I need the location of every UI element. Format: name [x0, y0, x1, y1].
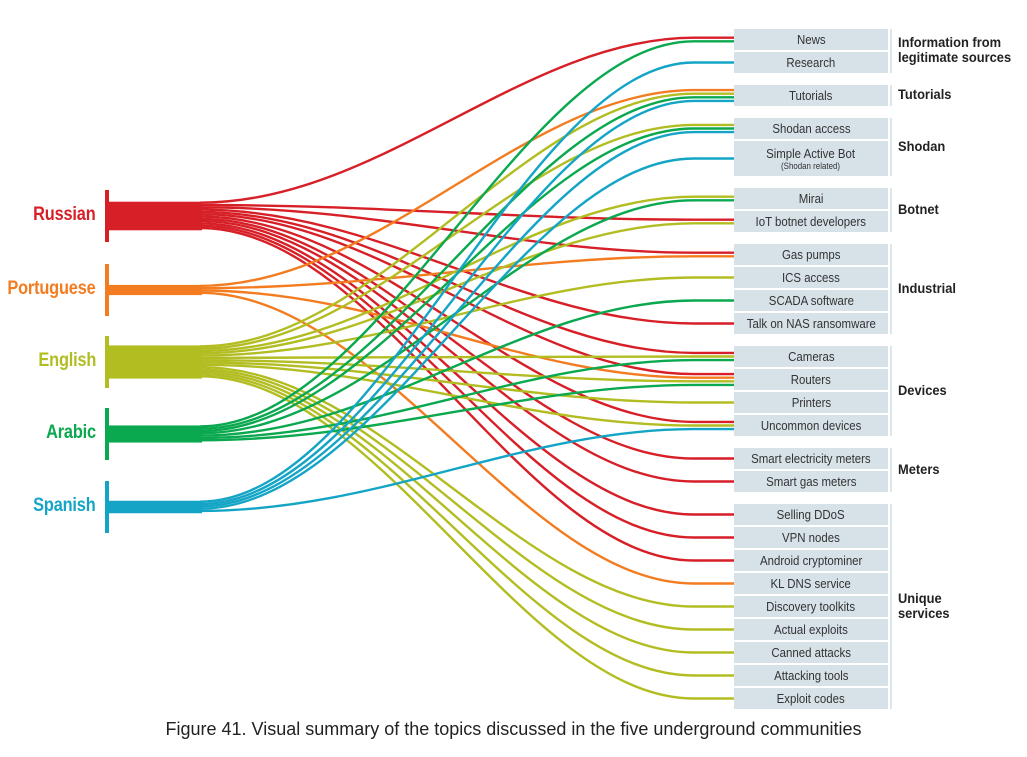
topic-android-cryptominer: Android cryptominer: [734, 550, 888, 571]
bundle-russian: [109, 201, 202, 231]
topic-label: Routers: [790, 371, 832, 387]
topic-label: Selling DDoS: [776, 506, 846, 522]
topic-routers: Routers: [734, 369, 888, 390]
group-bracket-information-from-legitimate-sources: [890, 29, 892, 73]
topic-gas-pumps: Gas pumps: [734, 244, 888, 265]
group-bracket-unique-services: [890, 504, 892, 709]
bundle-arabic: [109, 425, 202, 443]
link-english-cameras: [199, 355, 734, 360]
tick-portuguese: [105, 264, 109, 316]
topic-smart-electricity-meters: Smart electricity meters: [734, 448, 888, 469]
topic-cameras: Cameras: [734, 346, 888, 367]
language-label-russian: Russian: [33, 204, 97, 225]
topic-uncommon-devices: Uncommon devices: [734, 415, 888, 436]
topic-shodan-access: Shodan access: [734, 118, 888, 139]
topic-scada-software: SCADA software: [734, 290, 888, 311]
link-spanish-shodan-access: [199, 130, 734, 508]
group-bracket-meters: [890, 448, 892, 492]
topic-label: Discovery toolkits: [766, 598, 856, 614]
topic-talk-on-nas-ransomware: Talk on NAS ransomware: [734, 313, 888, 334]
topic-iot-botnet-developers: IoT botnet developers: [734, 211, 888, 232]
topic-canned-attacks: Canned attacks: [734, 642, 888, 663]
group-bracket-botnet: [890, 188, 892, 232]
group-bracket-shodan: [890, 118, 892, 176]
language-label-spanish: Spanish: [33, 495, 97, 516]
bundle-english: [109, 345, 202, 379]
language-label-english: English: [38, 350, 96, 371]
topic-label: Uncommon devices: [760, 417, 862, 433]
tick-english: [105, 336, 109, 388]
topic-label: News: [796, 31, 826, 47]
topic-selling-ddos: Selling DDoS: [734, 504, 888, 525]
tick-russian: [105, 190, 109, 242]
topic-label: Android cryptominer: [759, 552, 863, 568]
language-label-arabic: Arabic: [46, 422, 96, 443]
bundle-spanish: [109, 500, 202, 514]
group-label-botnet: Botnet: [898, 200, 939, 217]
topic-news: News: [734, 29, 888, 50]
group-label-information-from-legitimate-sources: Information from legitimate sources: [898, 34, 1012, 65]
group-bracket-industrial: [890, 244, 892, 334]
tick-arabic: [105, 408, 109, 460]
bundle-portuguese: [109, 284, 202, 296]
group-label-meters: Meters: [898, 460, 940, 477]
topic-label: Tutorials: [789, 87, 833, 103]
topic-vpn-nodes: VPN nodes: [734, 527, 888, 548]
topic-label: SCADA software: [768, 292, 854, 308]
topic-printers: Printers: [734, 392, 888, 413]
topic-label: VPN nodes: [782, 529, 840, 545]
topic-label: Simple Active Bot: [766, 145, 856, 161]
topic-label: Actual exploits: [774, 621, 848, 637]
topic-label: Cameras: [787, 348, 835, 364]
topic-tutorials: Tutorials: [734, 85, 888, 106]
topic-attacking-tools: Attacking tools: [734, 665, 888, 686]
group-label-devices: Devices: [898, 381, 947, 398]
topic-ics-access: ICS access: [734, 267, 888, 288]
group-label-tutorials: Tutorials: [898, 86, 952, 102]
topic-smart-gas-meters: Smart gas meters: [734, 471, 888, 492]
topic-label: KL DNS service: [770, 575, 852, 591]
topic-label: Mirai: [798, 190, 824, 206]
topic-label: Printers: [791, 394, 831, 410]
topic-exploit-codes: Exploit codes: [734, 688, 888, 709]
topic-label: Exploit codes: [776, 690, 846, 706]
group-label-industrial: Industrial: [898, 279, 956, 296]
topic-label: ICS access: [782, 269, 840, 285]
topic-kl-dns-service: KL DNS service: [734, 573, 888, 594]
topic-label: IoT botnet developers: [755, 213, 867, 229]
group-label-unique-services: Unique services: [898, 589, 950, 621]
group-bracket-tutorials: [890, 85, 892, 106]
flow-lines: [199, 36, 734, 700]
topic-mirai: Mirai: [734, 188, 888, 209]
topic-actual-exploits: Actual exploits: [734, 619, 888, 640]
group-bracket-devices: [890, 346, 892, 436]
figure-caption: Figure 41. Visual summary of the topics …: [165, 719, 862, 739]
topic-label: Canned attacks: [771, 644, 851, 660]
topic-discovery-toolkits: Discovery toolkits: [734, 596, 888, 617]
topic-label: Research: [786, 54, 836, 70]
topic-label: Gas pumps: [781, 246, 841, 262]
topic-label: Smart electricity meters: [751, 450, 871, 466]
group-label-shodan: Shodan: [898, 137, 946, 154]
topic-research: Research: [734, 52, 888, 73]
topic-label: Attacking tools: [773, 667, 849, 683]
language-label-portuguese: Portuguese: [7, 278, 96, 299]
topic-sublabel: (Shodan related): [781, 160, 841, 171]
topic-label: Shodan access: [771, 120, 851, 136]
tick-spanish: [105, 481, 109, 533]
topic-label: Smart gas meters: [765, 473, 857, 489]
topic-label: Talk on NAS ransomware: [746, 315, 876, 331]
topic-simple-active-bot: Simple Active Bot (Shodan related): [734, 141, 888, 176]
